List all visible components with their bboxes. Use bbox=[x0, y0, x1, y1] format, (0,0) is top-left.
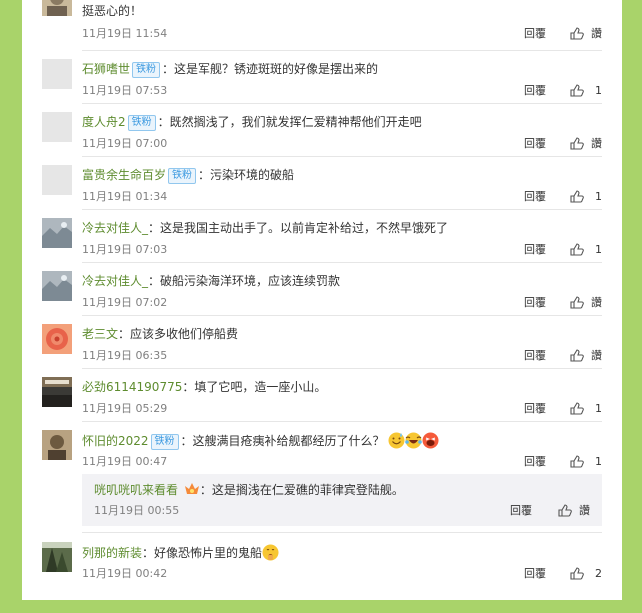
shushing-emoji bbox=[262, 544, 279, 561]
username-link[interactable]: 石狮嗜世 bbox=[82, 62, 130, 76]
comment-time: 11月19日 00:42 bbox=[82, 567, 168, 580]
divider bbox=[82, 209, 602, 210]
comment-time: 11月19日 05:29 bbox=[82, 402, 168, 415]
comment-text: ：这是军舰？锈迹斑斑的好像是摆出来的 bbox=[162, 62, 379, 76]
thumbs-up-icon bbox=[570, 296, 584, 309]
fan-badge: 铁粉 bbox=[132, 62, 161, 78]
comment-text: ：既然搁浅了，我们就发挥仁爱精神帮他们开走吧 bbox=[157, 115, 422, 129]
like-count: 讚 bbox=[591, 296, 602, 309]
comment-text: ：应该多收他们停船费 bbox=[118, 327, 239, 341]
comment-text: ：好像恐怖片里的鬼船 bbox=[142, 546, 263, 560]
comment-time: 11月19日 00:47 bbox=[82, 455, 168, 468]
comment-time: 11月19日 07:53 bbox=[82, 84, 168, 97]
nested-reply: 咣叽咣叽来看看 ：这是搁浅在仁爱礁的菲律宾登陆舰。 11月19日 00:55 回… bbox=[82, 474, 602, 526]
avatar[interactable] bbox=[42, 0, 72, 16]
username-link[interactable]: 列那的新装 bbox=[82, 546, 142, 560]
divider bbox=[82, 532, 602, 533]
avatar[interactable] bbox=[42, 59, 72, 89]
username-link[interactable]: 冷去对佳人_ bbox=[82, 274, 148, 288]
avatar[interactable] bbox=[42, 542, 72, 572]
like-count: 1 bbox=[595, 190, 602, 203]
divider bbox=[82, 421, 602, 422]
username-link[interactable]: 富贵余生命百岁 bbox=[82, 168, 166, 182]
username-link[interactable]: 度人舟2 bbox=[82, 115, 126, 129]
divider bbox=[82, 50, 602, 51]
reply-button[interactable]: 回覆 bbox=[524, 401, 546, 417]
like-count: 讚 bbox=[591, 349, 602, 362]
reply-button[interactable]: 回覆 bbox=[524, 295, 546, 311]
thumbs-up-icon bbox=[570, 455, 584, 468]
thumbs-up-icon bbox=[570, 567, 584, 580]
thumbs-up-icon bbox=[570, 190, 584, 203]
comment-time: 11月19日 00:55 bbox=[94, 504, 180, 517]
reply-button[interactable]: 回覆 bbox=[524, 454, 546, 470]
comment-time: 11月19日 11:54 bbox=[82, 27, 168, 40]
comment-text: ：这是我国主动出手了。以前肯定补给过，不然早饿死了 bbox=[148, 221, 449, 235]
fan-badge: 铁粉 bbox=[127, 115, 156, 131]
divider bbox=[82, 262, 602, 263]
divider bbox=[82, 103, 602, 104]
sweat-smile-emoji bbox=[388, 432, 405, 449]
like-count: 1 bbox=[595, 243, 602, 256]
thumbs-up-icon bbox=[570, 402, 584, 415]
comment-text: ：破船污染海洋环境，应该连续罚款 bbox=[148, 274, 341, 288]
reply-button[interactable]: 回覆 bbox=[524, 136, 546, 152]
like-count: 1 bbox=[595, 402, 602, 415]
divider bbox=[82, 315, 602, 316]
fan-badge: 铁粉 bbox=[150, 434, 179, 450]
comment-time: 11月19日 07:00 bbox=[82, 137, 168, 150]
comment-text: ：这艘满目疮痍补给舰都经历了什么？ bbox=[180, 434, 385, 448]
username-link[interactable]: 咣叽咣叽来看看 bbox=[94, 483, 178, 497]
avatar[interactable] bbox=[42, 218, 72, 248]
comment-text: ：这是搁浅在仁爱礁的菲律宾登陆舰。 bbox=[199, 483, 404, 497]
comment-time: 11月19日 06:35 bbox=[82, 349, 168, 362]
divider bbox=[82, 156, 602, 157]
like-count: 1 bbox=[595, 84, 602, 97]
thumbs-up-icon bbox=[558, 504, 572, 517]
username-link[interactable]: 必劲6114190775 bbox=[82, 380, 182, 394]
thumbs-up-icon bbox=[570, 349, 584, 362]
reply-button[interactable]: 回覆 bbox=[524, 83, 546, 99]
reply-button[interactable]: 回覆 bbox=[524, 348, 546, 364]
comment-text: 挺恶心的！ bbox=[82, 4, 143, 18]
divider bbox=[82, 368, 602, 369]
thumbs-up-icon bbox=[570, 243, 584, 256]
avatar[interactable] bbox=[42, 112, 72, 142]
comment-text: ：填了它吧，造一座小山。 bbox=[182, 380, 327, 394]
reply-button[interactable]: 回覆 bbox=[524, 242, 546, 258]
comment-panel: 挺恶心的！ 11月19日 11:54 回覆 讚 石狮嗜世 铁粉 ：这是军舰？锈迹斑斑… bbox=[22, 0, 622, 600]
laughing-emoji bbox=[422, 432, 439, 449]
avatar[interactable] bbox=[42, 430, 72, 460]
crying-laughing-emoji bbox=[405, 432, 423, 449]
member-badge-icon bbox=[184, 483, 199, 494]
comment-text: ：污染环境的破船 bbox=[198, 168, 295, 182]
reply-button[interactable]: 回覆 bbox=[524, 566, 546, 582]
reply-button[interactable]: 回覆 bbox=[524, 26, 546, 42]
like-count: 讚 bbox=[591, 137, 602, 150]
comment-time: 11月19日 01:34 bbox=[82, 190, 168, 203]
like-count: 讚 bbox=[579, 504, 590, 517]
avatar[interactable] bbox=[42, 271, 72, 301]
like-count: 1 bbox=[595, 455, 602, 468]
username-link[interactable]: 冷去对佳人_ bbox=[82, 221, 148, 235]
username-link[interactable]: 老三文 bbox=[82, 327, 118, 341]
like-count: 2 bbox=[595, 567, 602, 580]
avatar[interactable] bbox=[42, 324, 72, 354]
thumbs-up-icon bbox=[570, 27, 584, 40]
avatar[interactable] bbox=[42, 377, 72, 407]
thumbs-up-icon bbox=[570, 137, 584, 150]
like-count: 讚 bbox=[591, 27, 602, 40]
reply-button[interactable]: 回覆 bbox=[524, 189, 546, 205]
comment-time: 11月19日 07:02 bbox=[82, 296, 168, 309]
comment-time: 11月19日 07:03 bbox=[82, 243, 168, 256]
thumbs-up-icon bbox=[570, 84, 584, 97]
username-link[interactable]: 怀旧的2022 bbox=[82, 434, 149, 448]
fan-badge: 铁粉 bbox=[168, 168, 197, 184]
reply-button[interactable]: 回覆 bbox=[510, 503, 532, 519]
avatar[interactable] bbox=[42, 165, 72, 195]
